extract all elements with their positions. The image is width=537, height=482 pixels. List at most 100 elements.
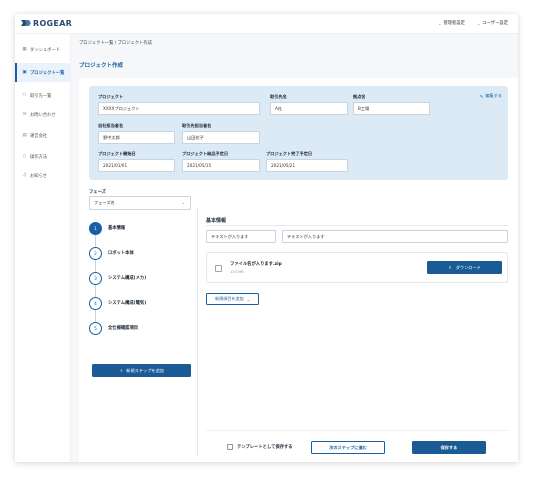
own-manager-field[interactable]: 野中太郎 <box>98 131 175 144</box>
top-bar: ROGEAR ⌄ 管理者設定 ⌄ ユーザー設定 <box>15 14 518 34</box>
next-step-button[interactable]: 次のステップに進む <box>311 441 385 454</box>
step-number: 5 <box>89 321 102 335</box>
sidebar-item-label: プロジェクト一覧 <box>30 70 65 76</box>
chevron-down-icon: ⌄ <box>438 20 442 26</box>
client-label: 取引先名 <box>270 94 287 99</box>
document-icon: ▯ <box>23 154 26 159</box>
admin-settings-link[interactable]: ⌄ 管理者設定 <box>438 20 465 27</box>
file-icon <box>215 265 222 272</box>
sidebar-item-clients[interactable]: ⚇ 取引先一覧 <box>15 86 70 105</box>
user-settings-link[interactable]: ⌄ ユーザー設定 <box>476 20 508 27</box>
site-field[interactable]: B工場 <box>353 102 430 115</box>
edit-icon: ✎ <box>479 93 484 99</box>
step-item[interactable]: 4 システム構成(電気) <box>89 296 146 310</box>
phase-select[interactable]: フェーズ名 ⌄ <box>89 196 191 210</box>
sidebar-item-contact[interactable]: ✉ お問い合わせ <box>15 105 70 124</box>
step-label: システム構成(メカ) <box>108 276 147 281</box>
save-button[interactable]: 保存する <box>412 441 486 454</box>
step-number: 4 <box>89 296 102 310</box>
sidebar-item-dashboard[interactable]: ▦ ダッシュボード <box>15 40 70 59</box>
plus-icon: ＋ <box>119 367 124 373</box>
project-label: プロジェクト <box>98 94 124 99</box>
client-manager-field[interactable]: 山田花子 <box>182 131 260 144</box>
checkbox-box <box>227 444 233 450</box>
edit-link-label: 編集する <box>485 93 502 98</box>
chevron-down-icon: ⌄ <box>476 20 481 26</box>
own-manager-label: 自社担当者名 <box>98 123 124 128</box>
download-button[interactable]: ⇪ ダウンロード <box>427 261 502 274</box>
client-field[interactable]: A社 <box>270 102 348 115</box>
phase-select-value: フェーズ名 <box>94 200 115 205</box>
logo-text: ROGEAR <box>33 18 73 28</box>
sidebar-item-news[interactable]: ♫ お知らせ <box>15 166 70 185</box>
step-item[interactable]: 1 基本情報 <box>89 221 125 235</box>
step-item[interactable]: 2 ロボット本体 <box>89 246 134 260</box>
user-settings-label: ユーザー設定 <box>482 21 508 26</box>
page-title: プロジェクト作成 <box>79 63 124 69</box>
step-number: 1 <box>89 221 102 235</box>
app-logo[interactable]: ROGEAR <box>20 18 72 28</box>
file-attachment: ファイル名が入ります.zip 120 MB ⇪ ダウンロード <box>206 252 508 283</box>
sidebar-item-label: お知らせ <box>30 173 48 179</box>
client-icon: ⚇ <box>22 93 27 98</box>
text-input-1[interactable]: テキストが入ります <box>206 230 276 243</box>
sidebar: ▦ ダッシュボード ▣ プロジェクト一覧 ⚇ 取引先一覧 ✉ お問い合わせ ▤ 運営会社 … <box>15 34 71 462</box>
file-name: ファイル名が入ります.zip <box>230 262 282 267</box>
building-icon: ▤ <box>22 133 27 138</box>
sidebar-item-label: お問い合わせ <box>30 112 56 118</box>
sidebar-item-manual[interactable]: ▯ 操作方法 <box>15 147 70 166</box>
footer-divider <box>206 430 508 431</box>
edit-link[interactable]: ✎ 編集する <box>480 93 502 99</box>
sidebar-item-label: ダッシュボード <box>30 47 61 53</box>
step-number: 3 <box>89 271 102 285</box>
project-field[interactable]: XXXXプロジェクト <box>98 102 260 115</box>
step-label: 全仕様確認項目 <box>108 326 139 331</box>
section-divider <box>206 225 508 226</box>
site-label: 拠点名 <box>353 94 366 99</box>
save-as-template-checkbox[interactable]: テンプレートとして保存する <box>227 444 293 450</box>
end-date-field[interactable]: 2021/05/21 <box>266 159 348 172</box>
column-divider <box>197 208 198 456</box>
add-item-button[interactable]: 新規項目を追加 ⌄ <box>206 293 259 305</box>
step-label: システム構成(電気) <box>108 301 147 306</box>
step-number: 2 <box>89 246 102 260</box>
start-date-label: プロジェクト開始日 <box>98 151 136 156</box>
admin-settings-label: 管理者設定 <box>443 21 465 26</box>
delivery-date-label: プロジェクト納品予定日 <box>182 151 229 156</box>
app-window: ROGEAR ⌄ 管理者設定 ⌄ ユーザー設定 ▦ ダッシュボード ▣ プロジェクト一覧… <box>15 14 518 462</box>
template-label: テンプレートとして保存する <box>237 445 293 450</box>
download-icon: ⇪ <box>448 265 452 270</box>
sidebar-item-label: 運営会社 <box>30 133 48 139</box>
delivery-date-field[interactable]: 2021/05/15 <box>182 159 260 172</box>
client-manager-label: 取引先担当者名 <box>182 123 212 128</box>
section-title: 基本情報 <box>206 218 227 224</box>
logo-mark-icon <box>21 20 31 26</box>
step-label: ロボット本体 <box>108 251 134 256</box>
download-label: ダウンロード <box>455 264 481 270</box>
sidebar-item-company[interactable]: ▤ 運営会社 <box>15 126 70 145</box>
project-form-card: ✎ 編集する プロジェクト XXXXプロジェクト 取引先名 A社 拠点名 B工場… <box>79 78 518 462</box>
sidebar-item-label: 操作方法 <box>30 154 48 160</box>
add-item-label: 新規項目を追加 <box>214 296 244 301</box>
mail-icon: ✉ <box>22 112 27 117</box>
start-date-field[interactable]: 2021/01/01 <box>98 159 175 172</box>
project-info-panel: ✎ 編集する プロジェクト XXXXプロジェクト 取引先名 A社 拠点名 B工場… <box>89 86 508 180</box>
sidebar-item-projects[interactable]: ▣ プロジェクト一覧 <box>15 63 70 82</box>
breadcrumb: プロジェクト一覧 / プロジェクト作成 <box>79 41 152 46</box>
dashboard-icon: ▦ <box>22 47 27 52</box>
project-icon: ▣ <box>22 70 27 75</box>
text-input-2[interactable]: テキストが入ります <box>282 230 508 243</box>
phase-label: フェーズ <box>89 190 106 195</box>
bell-icon: ♫ <box>22 173 27 178</box>
step-label: 基本情報 <box>108 226 126 231</box>
step-item[interactable]: 5 全仕様確認項目 <box>89 321 138 335</box>
end-date-label: プロジェクト完了予定日 <box>266 151 313 156</box>
add-step-label: 新規ステップを追加 <box>126 367 164 373</box>
add-step-button[interactable]: ＋ 新規ステップを追加 <box>92 364 191 377</box>
step-item[interactable]: 3 システム構成(メカ) <box>89 271 146 285</box>
chevron-down-icon: ⌄ <box>246 296 251 302</box>
file-size: 120 MB <box>230 270 244 274</box>
chevron-down-icon: ⌄ <box>181 200 185 205</box>
main-content: プロジェクト一覧 / プロジェクト作成 プロジェクト作成 ✎ 編集する プロジェ… <box>71 34 518 462</box>
sidebar-item-label: 取引先一覧 <box>30 93 52 99</box>
